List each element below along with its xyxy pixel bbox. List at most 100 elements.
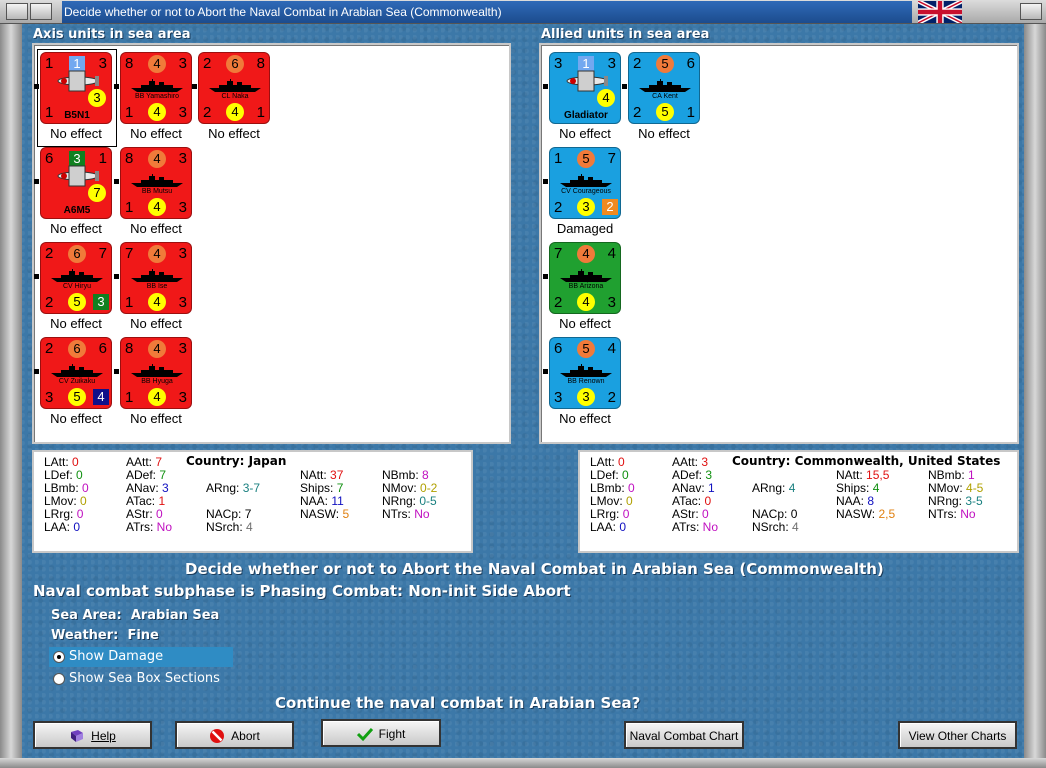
air-capacity-square: 3 — [93, 294, 109, 310]
unit-counter-bb-hyuga[interactable]: 8 3 4 BB Hyuga 1 4 3 No effect — [114, 337, 194, 429]
defense-value-circle: 3 — [577, 388, 595, 406]
counter-value: 7 — [607, 150, 616, 167]
counter-face: 6 4 5 BB Renown 3 3 2 — [549, 337, 621, 409]
unit-counter-gladiator[interactable]: 3 3 1 4 Gladiator No effect — [543, 52, 623, 144]
subphase-text: Naval combat subphase is Phasing Combat:… — [33, 582, 571, 600]
counter-value: 1 — [125, 294, 134, 311]
abort-button[interactable]: Abort — [175, 721, 294, 749]
unit-counter-a6m5[interactable]: 6 1 3 7 A6M5 No effect — [34, 147, 114, 239]
unit-name: BB Hyuga — [141, 378, 173, 385]
unit-counter-cv-zuikaku[interactable]: 2 6 6 CV Zuikaku 3 5 4 No effect — [34, 337, 114, 429]
close-button[interactable] — [1020, 3, 1042, 20]
selection-marker — [543, 179, 548, 184]
show-damage-radio[interactable] — [53, 651, 65, 663]
weather-label: Weather: — [51, 628, 119, 643]
ship-silhouette-icon — [131, 173, 183, 187]
counter-value: 6 — [98, 340, 107, 357]
ship-silhouette-icon — [639, 78, 691, 92]
counter-value: 4 — [607, 245, 616, 262]
show-sea-box-sections-option[interactable]: Show Sea Box Sections — [49, 669, 233, 689]
unit-counter-bb-renown[interactable]: 6 4 5 BB Renown 3 3 2 No effect — [543, 337, 623, 429]
counter-value: 2 — [554, 294, 563, 311]
unit-name: BB Mutsu — [141, 188, 173, 195]
continue-question: Continue the naval combat in Arabian Sea… — [275, 694, 641, 712]
counter-value: 8 — [125, 340, 134, 357]
union-jack-flag-icon — [918, 1, 962, 23]
stat-nasw: NASW: 5 — [300, 507, 350, 521]
unit-counter-bb-yamashiro[interactable]: 8 3 4 BB Yamashiro 1 4 3 No effect — [114, 52, 194, 144]
system-menu-button[interactable] — [6, 3, 28, 20]
unit-counter-bb-mutsu[interactable]: 8 3 4 BB Mutsu 1 4 3 No effect — [114, 147, 194, 239]
defense-value-circle: 4 — [148, 388, 166, 406]
unit-counter-cv-courageous[interactable]: 1 7 5 CV Courageous 2 3 2 Damaged — [543, 147, 623, 239]
stat-arng: ARng: 4 — [752, 481, 796, 495]
unit-name: BB Arizona — [568, 283, 604, 290]
stat-atac: ATac: 0 — [672, 494, 712, 508]
counter-value: 3 — [607, 294, 616, 311]
counter-value: 1 — [125, 389, 134, 406]
unit-name: CL Naka — [221, 93, 249, 100]
counter-face: 7 3 4 BB Ise 1 4 3 — [120, 242, 192, 314]
help-button[interactable]: Help — [33, 721, 152, 749]
stat-atrs: ATrs: No — [126, 520, 173, 534]
air-capacity-square: 2 — [602, 199, 618, 215]
stat-atrs: ATrs: No — [672, 520, 719, 534]
ship-silhouette-icon — [131, 268, 183, 282]
defense-value-circle: 4 — [597, 89, 615, 107]
stat-nmov: NMov: 0-2 — [382, 481, 438, 495]
counter-value: 3 — [178, 104, 187, 121]
stat-astr: AStr: 0 — [126, 507, 163, 521]
counter-face: 6 1 3 7 A6M5 — [40, 147, 112, 219]
unit-status: No effect — [130, 411, 182, 426]
stat-laa: LAA: 0 — [590, 520, 627, 534]
stat-lbmb: LBmb: 0 — [590, 481, 635, 495]
stat-nrng: NRng: 3-5 — [928, 494, 983, 508]
unit-name: CV Courageous — [561, 188, 611, 195]
unit-status: No effect — [130, 316, 182, 331]
unit-counter-cv-hiryu[interactable]: 2 7 6 CV Hiryu 2 5 3 No effect — [34, 242, 114, 334]
unit-counter-b5n1[interactable]: 1 3 1 3 1 B5N1 No effect — [34, 49, 117, 147]
unit-counter-cl-naka[interactable]: 2 8 6 CL Naka 2 4 1 No effect — [192, 52, 272, 144]
unit-counter-bb-arizona[interactable]: 7 4 4 BB Arizona 2 4 3 No effect — [543, 242, 623, 334]
counter-value: 4 — [607, 340, 616, 357]
view-other-charts-button[interactable]: View Other Charts — [898, 721, 1017, 749]
selection-marker — [543, 274, 548, 279]
unit-status: No effect — [638, 126, 690, 141]
unit-name: BB Yamashiro — [134, 93, 180, 100]
counter-value: 2 — [607, 389, 616, 406]
show-sea-box-sections-radio[interactable] — [53, 673, 65, 685]
naval-combat-chart-button[interactable]: Naval Combat Chart — [624, 721, 744, 749]
selection-marker — [114, 369, 119, 374]
attack-value-circle: 6 — [68, 245, 86, 263]
stat-aatt: AAtt: 7 — [126, 455, 163, 469]
counter-value: 7 — [125, 245, 134, 262]
unit-counter-ca-kent[interactable]: 2 6 5 CA Kent 2 5 1 No effect — [622, 52, 702, 144]
unit-counter-bb-ise[interactable]: 7 3 4 BB Ise 1 4 3 No effect — [114, 242, 194, 334]
stat-nasw: NASW: 2,5 — [836, 507, 896, 521]
counter-value: 3 — [178, 340, 187, 357]
stat-ldef: LDef: 0 — [590, 468, 629, 482]
attack-value-circle: 5 — [577, 150, 595, 168]
show-damage-label: Show Damage — [69, 649, 164, 664]
counter-value: 8 — [256, 55, 265, 72]
defense-value-circle: 5 — [656, 103, 674, 121]
stat-ships: Ships: 4 — [836, 481, 880, 495]
stat-nmov: NMov: 4-5 — [928, 481, 984, 495]
minimize-button[interactable] — [30, 3, 52, 20]
defense-value-circle: 4 — [148, 103, 166, 121]
window-frame-left — [0, 24, 22, 768]
stat-nsrch: NSrch: 4 — [752, 520, 799, 534]
selection-marker — [34, 274, 39, 279]
fight-button[interactable]: Fight — [321, 719, 441, 747]
defense-value-circle: 4 — [148, 293, 166, 311]
attack-value-circle: 4 — [148, 245, 166, 263]
selection-marker — [34, 179, 39, 184]
attack-value-circle: 6 — [226, 55, 244, 73]
ship-silhouette-icon — [51, 268, 103, 282]
unit-name: BB Renown — [567, 378, 605, 385]
counter-value: 1 — [125, 199, 134, 216]
title-bar: Decide whether or not to Abort the Naval… — [0, 0, 1046, 24]
show-damage-option[interactable]: Show Damage — [49, 647, 233, 667]
stat-nbmb: NBmb: 1 — [928, 468, 975, 482]
counter-value: 3 — [554, 55, 563, 72]
